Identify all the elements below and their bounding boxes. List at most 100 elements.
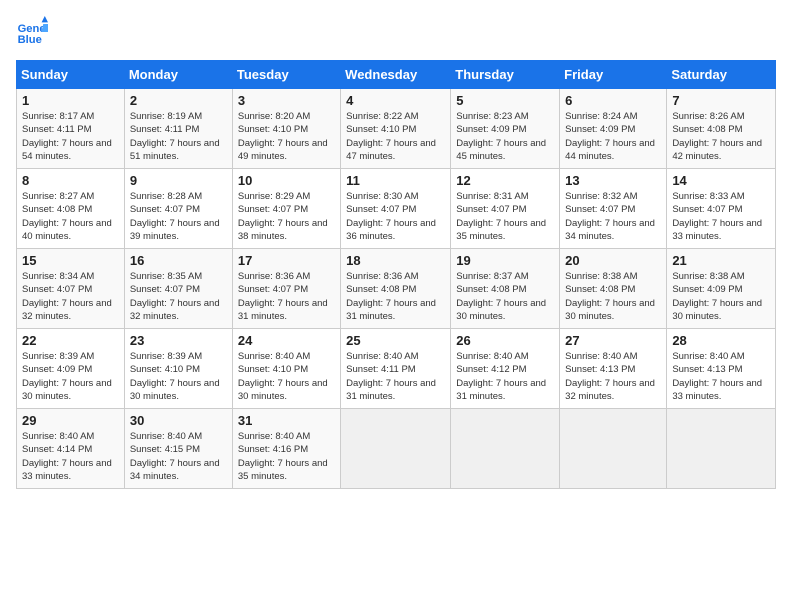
- day-cell: 13 Sunrise: 8:32 AM Sunset: 4:07 PM Dayl…: [560, 169, 667, 249]
- day-number: 7: [672, 93, 770, 108]
- day-number: 19: [456, 253, 554, 268]
- header-row: SundayMondayTuesdayWednesdayThursdayFrid…: [17, 61, 776, 89]
- day-info: Sunrise: 8:40 AM Sunset: 4:15 PM Dayligh…: [130, 430, 227, 483]
- day-cell: 17 Sunrise: 8:36 AM Sunset: 4:07 PM Dayl…: [232, 249, 340, 329]
- day-cell: 22 Sunrise: 8:39 AM Sunset: 4:09 PM Dayl…: [17, 329, 125, 409]
- col-header-sunday: Sunday: [17, 61, 125, 89]
- day-info: Sunrise: 8:30 AM Sunset: 4:07 PM Dayligh…: [346, 190, 445, 243]
- day-info: Sunrise: 8:39 AM Sunset: 4:09 PM Dayligh…: [22, 350, 119, 403]
- calendar-table: SundayMondayTuesdayWednesdayThursdayFrid…: [16, 60, 776, 489]
- day-cell: 27 Sunrise: 8:40 AM Sunset: 4:13 PM Dayl…: [560, 329, 667, 409]
- day-cell: 29 Sunrise: 8:40 AM Sunset: 4:14 PM Dayl…: [17, 409, 125, 489]
- day-cell: 9 Sunrise: 8:28 AM Sunset: 4:07 PM Dayli…: [124, 169, 232, 249]
- col-header-saturday: Saturday: [667, 61, 776, 89]
- col-header-wednesday: Wednesday: [341, 61, 451, 89]
- day-number: 26: [456, 333, 554, 348]
- day-cell: 19 Sunrise: 8:37 AM Sunset: 4:08 PM Dayl…: [451, 249, 560, 329]
- day-number: 21: [672, 253, 770, 268]
- week-row-4: 22 Sunrise: 8:39 AM Sunset: 4:09 PM Dayl…: [17, 329, 776, 409]
- day-info: Sunrise: 8:32 AM Sunset: 4:07 PM Dayligh…: [565, 190, 661, 243]
- day-number: 13: [565, 173, 661, 188]
- day-cell: 6 Sunrise: 8:24 AM Sunset: 4:09 PM Dayli…: [560, 89, 667, 169]
- day-number: 15: [22, 253, 119, 268]
- day-info: Sunrise: 8:31 AM Sunset: 4:07 PM Dayligh…: [456, 190, 554, 243]
- day-info: Sunrise: 8:40 AM Sunset: 4:13 PM Dayligh…: [565, 350, 661, 403]
- day-cell: [451, 409, 560, 489]
- page-header: General Blue: [16, 16, 776, 48]
- day-number: 24: [238, 333, 335, 348]
- day-number: 16: [130, 253, 227, 268]
- day-number: 25: [346, 333, 445, 348]
- day-number: 3: [238, 93, 335, 108]
- day-info: Sunrise: 8:38 AM Sunset: 4:09 PM Dayligh…: [672, 270, 770, 323]
- day-info: Sunrise: 8:22 AM Sunset: 4:10 PM Dayligh…: [346, 110, 445, 163]
- day-number: 6: [565, 93, 661, 108]
- logo: General Blue: [16, 16, 52, 48]
- day-number: 30: [130, 413, 227, 428]
- day-cell: 20 Sunrise: 8:38 AM Sunset: 4:08 PM Dayl…: [560, 249, 667, 329]
- day-info: Sunrise: 8:34 AM Sunset: 4:07 PM Dayligh…: [22, 270, 119, 323]
- day-info: Sunrise: 8:38 AM Sunset: 4:08 PM Dayligh…: [565, 270, 661, 323]
- day-cell: 24 Sunrise: 8:40 AM Sunset: 4:10 PM Dayl…: [232, 329, 340, 409]
- day-info: Sunrise: 8:26 AM Sunset: 4:08 PM Dayligh…: [672, 110, 770, 163]
- day-number: 20: [565, 253, 661, 268]
- svg-text:Blue: Blue: [18, 34, 42, 46]
- day-number: 2: [130, 93, 227, 108]
- day-info: Sunrise: 8:39 AM Sunset: 4:10 PM Dayligh…: [130, 350, 227, 403]
- day-cell: 10 Sunrise: 8:29 AM Sunset: 4:07 PM Dayl…: [232, 169, 340, 249]
- day-number: 28: [672, 333, 770, 348]
- day-info: Sunrise: 8:37 AM Sunset: 4:08 PM Dayligh…: [456, 270, 554, 323]
- day-number: 31: [238, 413, 335, 428]
- day-info: Sunrise: 8:40 AM Sunset: 4:11 PM Dayligh…: [346, 350, 445, 403]
- day-info: Sunrise: 8:40 AM Sunset: 4:16 PM Dayligh…: [238, 430, 335, 483]
- week-row-5: 29 Sunrise: 8:40 AM Sunset: 4:14 PM Dayl…: [17, 409, 776, 489]
- day-cell: 2 Sunrise: 8:19 AM Sunset: 4:11 PM Dayli…: [124, 89, 232, 169]
- day-info: Sunrise: 8:40 AM Sunset: 4:14 PM Dayligh…: [22, 430, 119, 483]
- day-cell: 14 Sunrise: 8:33 AM Sunset: 4:07 PM Dayl…: [667, 169, 776, 249]
- day-cell: 5 Sunrise: 8:23 AM Sunset: 4:09 PM Dayli…: [451, 89, 560, 169]
- day-info: Sunrise: 8:28 AM Sunset: 4:07 PM Dayligh…: [130, 190, 227, 243]
- day-cell: [341, 409, 451, 489]
- day-number: 8: [22, 173, 119, 188]
- day-info: Sunrise: 8:40 AM Sunset: 4:10 PM Dayligh…: [238, 350, 335, 403]
- day-cell: [560, 409, 667, 489]
- day-cell: 12 Sunrise: 8:31 AM Sunset: 4:07 PM Dayl…: [451, 169, 560, 249]
- day-cell: 11 Sunrise: 8:30 AM Sunset: 4:07 PM Dayl…: [341, 169, 451, 249]
- day-number: 10: [238, 173, 335, 188]
- day-number: 12: [456, 173, 554, 188]
- day-info: Sunrise: 8:36 AM Sunset: 4:07 PM Dayligh…: [238, 270, 335, 323]
- day-cell: 18 Sunrise: 8:36 AM Sunset: 4:08 PM Dayl…: [341, 249, 451, 329]
- col-header-tuesday: Tuesday: [232, 61, 340, 89]
- day-number: 22: [22, 333, 119, 348]
- day-number: 14: [672, 173, 770, 188]
- day-info: Sunrise: 8:40 AM Sunset: 4:13 PM Dayligh…: [672, 350, 770, 403]
- day-cell: 25 Sunrise: 8:40 AM Sunset: 4:11 PM Dayl…: [341, 329, 451, 409]
- day-info: Sunrise: 8:27 AM Sunset: 4:08 PM Dayligh…: [22, 190, 119, 243]
- day-cell: 8 Sunrise: 8:27 AM Sunset: 4:08 PM Dayli…: [17, 169, 125, 249]
- day-number: 29: [22, 413, 119, 428]
- day-cell: 4 Sunrise: 8:22 AM Sunset: 4:10 PM Dayli…: [341, 89, 451, 169]
- week-row-2: 8 Sunrise: 8:27 AM Sunset: 4:08 PM Dayli…: [17, 169, 776, 249]
- day-number: 4: [346, 93, 445, 108]
- day-cell: 7 Sunrise: 8:26 AM Sunset: 4:08 PM Dayli…: [667, 89, 776, 169]
- day-info: Sunrise: 8:23 AM Sunset: 4:09 PM Dayligh…: [456, 110, 554, 163]
- col-header-friday: Friday: [560, 61, 667, 89]
- col-header-thursday: Thursday: [451, 61, 560, 89]
- day-number: 27: [565, 333, 661, 348]
- col-header-monday: Monday: [124, 61, 232, 89]
- day-cell: 21 Sunrise: 8:38 AM Sunset: 4:09 PM Dayl…: [667, 249, 776, 329]
- day-info: Sunrise: 8:29 AM Sunset: 4:07 PM Dayligh…: [238, 190, 335, 243]
- day-number: 1: [22, 93, 119, 108]
- day-info: Sunrise: 8:17 AM Sunset: 4:11 PM Dayligh…: [22, 110, 119, 163]
- day-info: Sunrise: 8:36 AM Sunset: 4:08 PM Dayligh…: [346, 270, 445, 323]
- day-info: Sunrise: 8:33 AM Sunset: 4:07 PM Dayligh…: [672, 190, 770, 243]
- day-cell: 31 Sunrise: 8:40 AM Sunset: 4:16 PM Dayl…: [232, 409, 340, 489]
- day-number: 18: [346, 253, 445, 268]
- week-row-3: 15 Sunrise: 8:34 AM Sunset: 4:07 PM Dayl…: [17, 249, 776, 329]
- day-info: Sunrise: 8:20 AM Sunset: 4:10 PM Dayligh…: [238, 110, 335, 163]
- day-info: Sunrise: 8:35 AM Sunset: 4:07 PM Dayligh…: [130, 270, 227, 323]
- day-cell: 3 Sunrise: 8:20 AM Sunset: 4:10 PM Dayli…: [232, 89, 340, 169]
- day-cell: 15 Sunrise: 8:34 AM Sunset: 4:07 PM Dayl…: [17, 249, 125, 329]
- day-number: 11: [346, 173, 445, 188]
- day-cell: 23 Sunrise: 8:39 AM Sunset: 4:10 PM Dayl…: [124, 329, 232, 409]
